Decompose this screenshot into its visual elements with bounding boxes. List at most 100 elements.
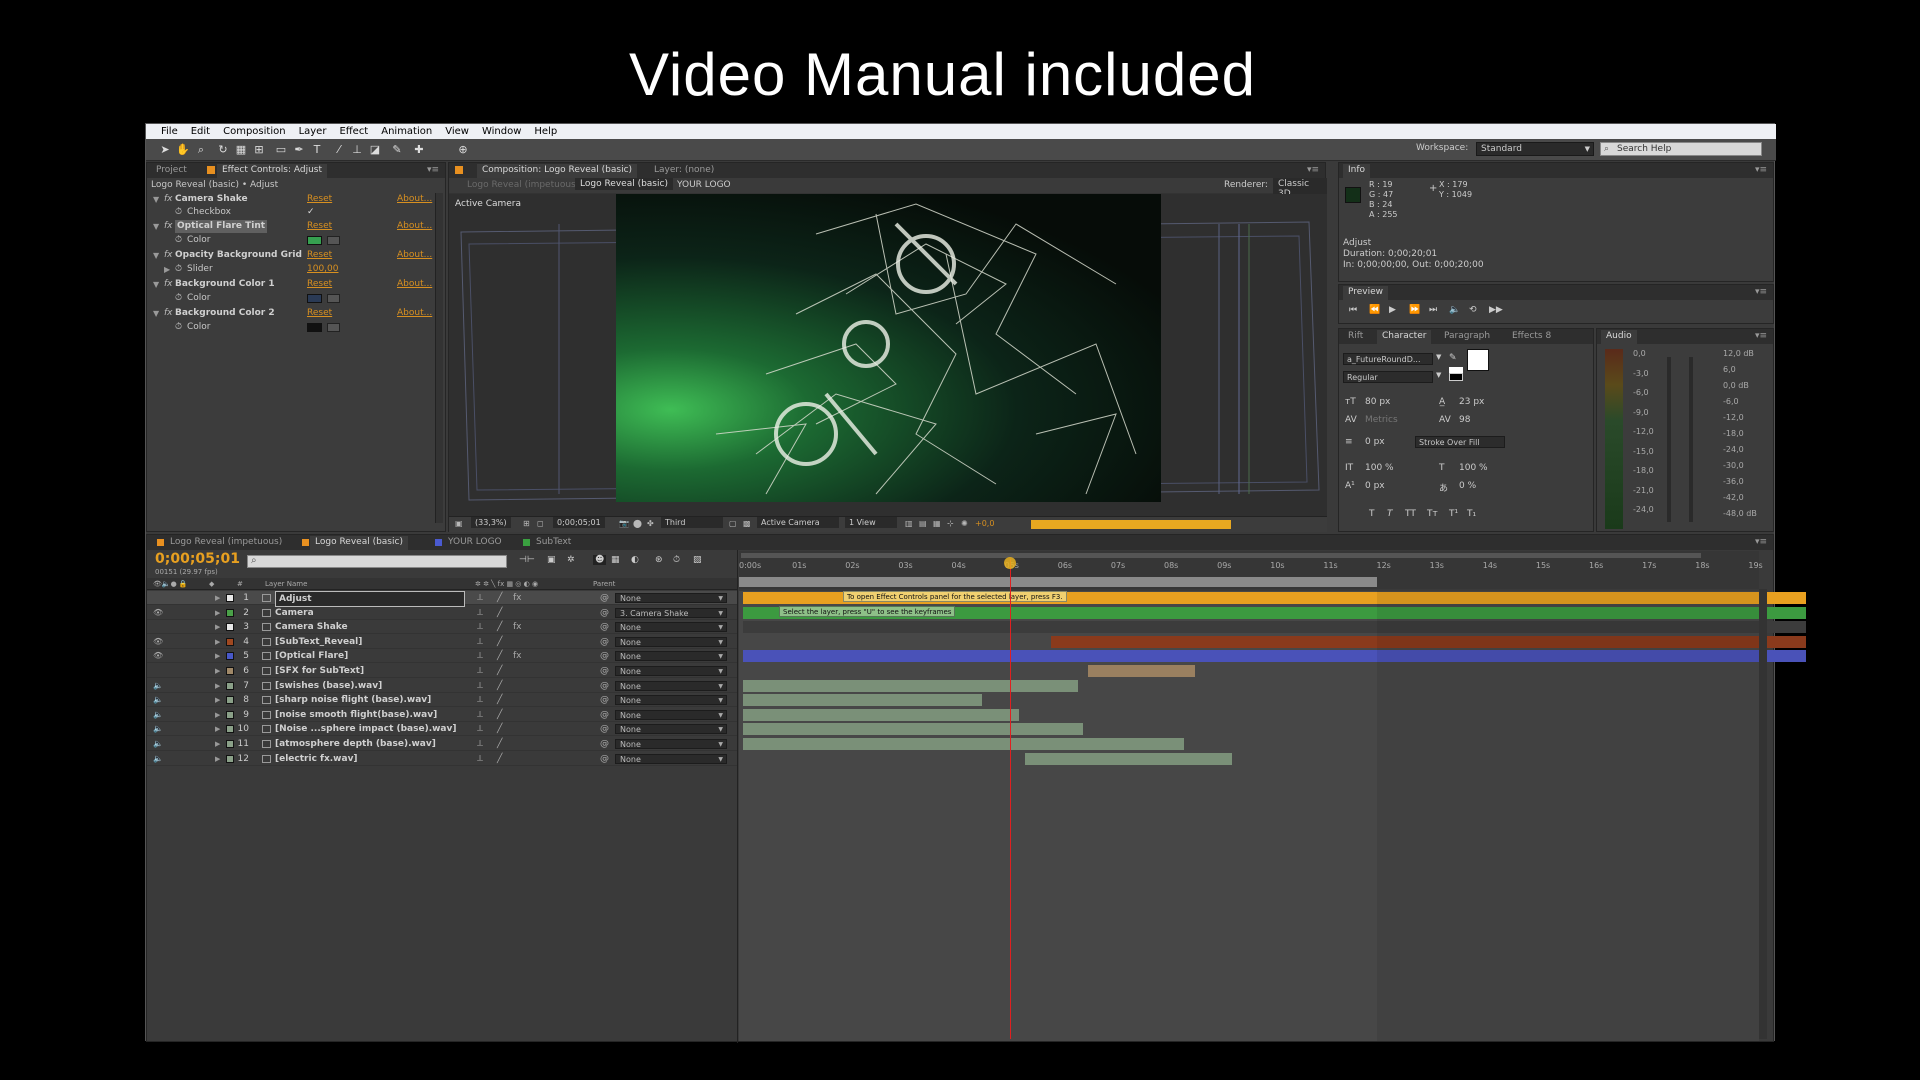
twirl-closed-icon[interactable]: ▶ [215, 708, 220, 722]
comp-mini-flowchart-icon[interactable]: ⊣⊢ [519, 555, 535, 565]
menu-window[interactable]: Window [482, 126, 521, 137]
previous-frame-icon[interactable]: ⏪ [1369, 305, 1380, 315]
tab-info[interactable]: Info [1343, 164, 1371, 178]
comp-viewer[interactable]: Active Camera [449, 194, 1327, 516]
subtab-logo-reveal-basic[interactable]: Logo Reveal (basic) [575, 178, 673, 190]
pickwhip-icon[interactable]: @ [600, 722, 609, 736]
av-features-icon[interactable]: 👁🔈● 🔒 [153, 578, 188, 590]
tab-layer[interactable]: Layer: (none) [649, 164, 719, 178]
shy-switch-icon[interactable]: ⟂ [477, 649, 483, 663]
label-color-icon[interactable] [226, 740, 234, 748]
next-frame-icon[interactable]: ⏩ [1409, 305, 1420, 315]
twirl-closed-icon[interactable]: ▶ [215, 635, 220, 649]
transparency-grid-icon[interactable]: ▩ [743, 519, 751, 528]
subtab-your-logo[interactable]: YOUR LOGO [677, 180, 731, 190]
parent-select[interactable]: None [615, 739, 727, 749]
parent-select[interactable]: None [615, 636, 727, 647]
twirl-closed-icon[interactable]: ▶ [215, 591, 220, 605]
twirl-closed-icon[interactable]: ▶ [215, 693, 220, 707]
parent-select[interactable]: None [615, 695, 727, 706]
layer-row[interactable]: 🔈 ▶ 9 [noise smooth flight(base).wav] ⟂ ╱ @ Non… [147, 708, 737, 722]
shy-switch-icon[interactable]: ⟂ [477, 679, 483, 693]
parent-select[interactable]: 3. Camera Shake [615, 607, 727, 618]
vertical-scale-value[interactable]: 100 % [1365, 463, 1394, 473]
fx-icon[interactable]: fx [164, 220, 173, 233]
layer-row[interactable]: 👁 ▶ 2 Camera ⟂ ╱ @3. Camera Shake [147, 606, 737, 620]
view-layout-select[interactable]: 1 View [845, 517, 897, 528]
audio-slider-right[interactable] [1689, 357, 1693, 522]
puppet-pin-tool-icon[interactable]: ✚ [412, 143, 426, 157]
quality-switch-icon[interactable]: ╱ [497, 752, 502, 766]
menu-edit[interactable]: Edit [191, 126, 210, 137]
baseline-shift-value[interactable]: 0 px [1365, 481, 1385, 491]
label-column-icon[interactable]: ◆ [209, 578, 214, 590]
brainstorm-icon[interactable]: ⊛ [655, 555, 663, 565]
label-color-icon[interactable] [226, 652, 234, 661]
twirl-closed-icon[interactable]: ▶ [215, 664, 220, 678]
pickwhip-icon[interactable]: @ [600, 693, 609, 707]
pickwhip-icon[interactable]: @ [600, 591, 609, 605]
about-link[interactable]: About... [397, 249, 432, 262]
timeline-current-time[interactable]: 0;00;05;01 [155, 551, 240, 567]
slider-value[interactable]: 100,00 [307, 263, 339, 276]
flowchart-icon[interactable]: ⊹ [947, 519, 954, 528]
shy-switch-icon[interactable]: ⟂ [477, 752, 483, 766]
tab-project[interactable]: Project [151, 164, 192, 178]
parent-select[interactable]: None [615, 724, 727, 735]
layer-name[interactable]: [noise smooth flight(base).wav] [275, 708, 437, 722]
eyedropper-icon[interactable]: ✎ [1449, 353, 1457, 363]
menu-help[interactable]: Help [534, 126, 557, 137]
parent-select[interactable]: None [615, 709, 727, 720]
parent-column[interactable]: Parent [593, 578, 615, 590]
effect-background-color-2[interactable]: ▼ fx Background Color 2 Reset About... [147, 307, 437, 320]
effect-background-color-1[interactable]: ▼ fx Background Color 1 Reset About... [147, 278, 437, 291]
layer-name[interactable]: [SFX for SubText] [275, 664, 364, 678]
layer-name[interactable]: Camera [275, 606, 314, 620]
layer-row[interactable]: 🔈 ▶ 10 [Noise ...sphere impact (base).wav] ⟂… [147, 722, 737, 737]
parent-select[interactable]: None [615, 651, 727, 662]
play-icon[interactable]: ▶ [1389, 305, 1396, 315]
color-swatch[interactable] [307, 236, 322, 245]
work-area-bar[interactable] [739, 577, 1377, 587]
timeline-scrollbar[interactable] [1759, 589, 1767, 1039]
tab-logo-reveal-basic[interactable]: Logo Reveal (basic) [310, 536, 408, 550]
always-preview-icon[interactable]: ▣ [455, 519, 463, 528]
eraser-tool-icon[interactable]: ◪ [368, 143, 382, 157]
stopwatch-icon[interactable]: ⏱ [175, 206, 182, 219]
shy-switch-icon[interactable]: ⟂ [477, 606, 483, 620]
shy-switch-icon[interactable]: ⟂ [477, 693, 483, 707]
panel-menu-icon[interactable]: ▾≡ [1755, 287, 1767, 297]
layer-name[interactable]: [sharp noise flight (base).wav] [275, 693, 431, 707]
audio-icon[interactable]: 🔈 [153, 737, 163, 751]
reset-link[interactable]: Reset [307, 307, 332, 320]
layer-duration-bar[interactable] [743, 694, 983, 707]
ram-preview-icon[interactable]: ▶▶ [1489, 305, 1503, 315]
tab-preview[interactable]: Preview [1343, 286, 1389, 300]
tab-audio[interactable]: Audio [1601, 330, 1637, 344]
label-color-icon[interactable] [226, 710, 234, 719]
twirl-closed-icon[interactable]: ▶ [215, 606, 220, 620]
kerning-value[interactable]: Metrics [1365, 415, 1398, 425]
pickwhip-icon[interactable]: @ [600, 664, 609, 678]
layer-duration-bar[interactable] [743, 738, 1184, 750]
shy-switch-icon[interactable]: ⟂ [477, 708, 483, 722]
exposure-icon[interactable]: ✺ [961, 519, 968, 528]
leading-value[interactable]: 23 px [1459, 397, 1484, 407]
about-link[interactable]: About... [397, 307, 432, 320]
tab-logo-reveal-impetuous[interactable]: Logo Reveal (impetuous) [165, 536, 287, 550]
show-snapshot-icon[interactable]: ⬤ [633, 519, 642, 528]
quality-switch-icon[interactable]: ╱ [497, 708, 502, 722]
fast-previews-icon[interactable]: ▤ [919, 519, 927, 528]
layer-duration-bar[interactable] [1088, 665, 1195, 677]
parent-select[interactable]: None [615, 666, 727, 676]
quality-switch-icon[interactable]: ╱ [497, 737, 502, 751]
label-color-icon[interactable] [226, 637, 234, 646]
fx-icon[interactable]: fx [164, 307, 173, 320]
timeline-search-input[interactable]: ⌕ [247, 555, 507, 568]
faux-bold-button[interactable]: T [1369, 509, 1375, 519]
fx-icon[interactable]: fx [164, 278, 173, 291]
camera-tool-icon[interactable]: ▦ [234, 143, 248, 157]
reset-link[interactable]: Reset [307, 278, 332, 291]
mask-icon[interactable]: ◻ [537, 519, 544, 528]
twirl-closed-icon[interactable]: ▶ [164, 263, 170, 276]
